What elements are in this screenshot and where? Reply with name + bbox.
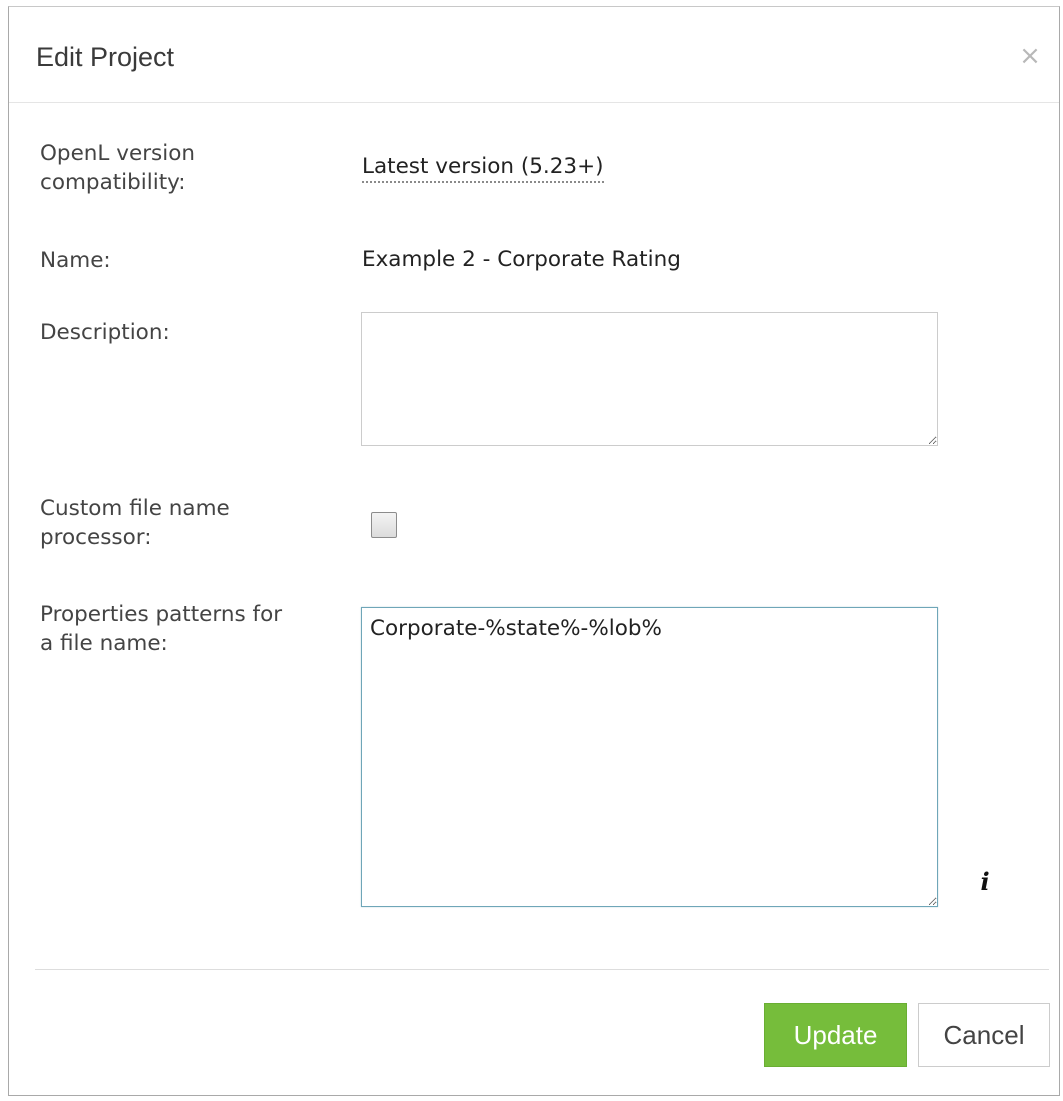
name-value: Example 2 - Corporate Rating xyxy=(362,247,681,272)
description-label: Description: xyxy=(40,320,170,345)
openl-version-value[interactable]: Latest version (5.23+) xyxy=(362,152,604,183)
custom-file-name-processor-label: Custom file name processor: xyxy=(40,494,230,552)
dialog-title: Edit Project xyxy=(36,42,175,72)
properties-patterns-label: Properties patterns for a file name: xyxy=(40,600,282,658)
cancel-button[interactable]: Cancel xyxy=(918,1003,1050,1067)
openl-version-label-line1: OpenL version xyxy=(40,141,195,166)
custom-file-name-processor-checkbox[interactable] xyxy=(371,512,397,538)
custom-file-name-processor-label-line1: Custom file name xyxy=(40,496,230,521)
description-textarea[interactable] xyxy=(361,312,938,446)
name-label: Name: xyxy=(40,248,111,273)
properties-patterns-label-line2: a file name: xyxy=(40,631,168,656)
dialog-header: Edit Project × xyxy=(9,7,1059,103)
edit-project-dialog: Edit Project × OpenL version compatibili… xyxy=(8,6,1060,1096)
footer-divider xyxy=(35,969,1049,970)
properties-patterns-textarea[interactable] xyxy=(361,607,938,907)
info-icon[interactable]: i xyxy=(977,869,993,895)
update-button[interactable]: Update xyxy=(764,1003,907,1067)
custom-file-name-processor-label-line2: processor: xyxy=(40,525,152,550)
close-icon[interactable]: × xyxy=(1015,41,1045,71)
openl-version-label-line2: compatibility: xyxy=(40,170,186,195)
openl-version-label: OpenL version compatibility: xyxy=(40,139,195,197)
openl-version-link[interactable]: Latest version (5.23+) xyxy=(362,154,604,183)
properties-patterns-label-line1: Properties patterns for xyxy=(40,602,283,627)
